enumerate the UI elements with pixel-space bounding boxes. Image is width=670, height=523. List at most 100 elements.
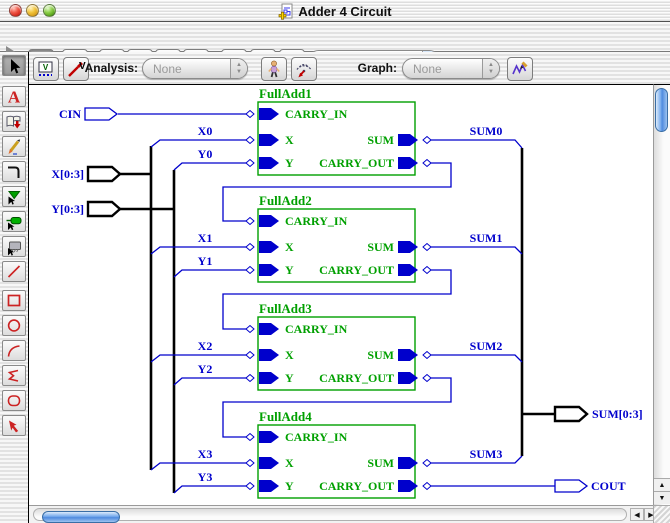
bottom-left-filler bbox=[0, 505, 29, 523]
svg-text:SUM: SUM bbox=[367, 456, 394, 470]
connector-cin[interactable]: CIN bbox=[59, 107, 117, 121]
title-bar[interactable]: Adder 4 Circuit bbox=[0, 0, 670, 22]
device-tool-button[interactable] bbox=[2, 236, 26, 257]
horizontal-scroll-thumb[interactable] bbox=[42, 511, 120, 523]
signal-draw-tool-button[interactable] bbox=[2, 136, 26, 157]
svg-text:X0: X0 bbox=[198, 124, 213, 138]
horizontal-scroll-track[interactable] bbox=[33, 508, 627, 521]
red-rectangle-icon bbox=[4, 291, 24, 310]
y-input-bus[interactable]: Y[0:3] bbox=[51, 170, 174, 493]
annotate-roundrect-tool-button[interactable] bbox=[2, 390, 26, 411]
main-toolbar: ↔ ↕ 4 Bit Adder 1 ▲ ▼ bbox=[0, 22, 670, 52]
scroll-left-button[interactable]: ◀ bbox=[630, 508, 644, 521]
schematic-canvas[interactable]: X[0:3] Y[0:3] SUM[0:3] bbox=[29, 84, 653, 505]
horizontal-scrollbar[interactable]: ◀ ▶ bbox=[29, 505, 670, 523]
red-roundrect-icon bbox=[4, 391, 24, 410]
red-arrow-icon bbox=[4, 416, 24, 435]
wire-y2 bbox=[174, 378, 246, 385]
signal-probe-tool-button[interactable] bbox=[2, 186, 26, 207]
scroll-down-button[interactable]: ▼ bbox=[654, 491, 670, 504]
analysis-label: Analysis: bbox=[83, 58, 138, 79]
pencil-icon bbox=[4, 137, 24, 156]
wire-x2 bbox=[151, 355, 246, 362]
x-input-bus[interactable]: X[0:3] bbox=[51, 146, 151, 470]
broadcast-waves-icon bbox=[294, 59, 314, 79]
svg-text:Y0: Y0 bbox=[198, 147, 213, 161]
window-resize-grip[interactable] bbox=[653, 505, 670, 523]
logic-display-icon: V bbox=[36, 59, 56, 79]
svg-text:X3: X3 bbox=[198, 447, 213, 461]
ic-chip-icon bbox=[4, 237, 24, 256]
up-arrow-glyph: ▲ bbox=[488, 62, 494, 68]
name-probe-tool-button[interactable] bbox=[2, 211, 26, 232]
text-tool-button[interactable]: A bbox=[2, 86, 26, 107]
pointer-tool-button[interactable] bbox=[2, 55, 26, 76]
analysis-popup[interactable]: None ▲ ▼ bbox=[142, 58, 248, 79]
popup-stepper: ▲ ▼ bbox=[482, 59, 499, 78]
svg-text:Y: Y bbox=[285, 371, 294, 385]
vertical-scroll-thumb[interactable] bbox=[655, 88, 668, 132]
svg-text:X: X bbox=[285, 240, 294, 254]
tool-palette: A bbox=[0, 52, 29, 523]
annotate-arrow-tool-button[interactable] bbox=[2, 415, 26, 436]
analysis-value: None bbox=[143, 62, 230, 76]
svg-text:Y2: Y2 bbox=[198, 362, 213, 376]
annotate-line-tool-button[interactable] bbox=[2, 261, 26, 282]
svg-text:CARRY_OUT: CARRY_OUT bbox=[319, 371, 394, 385]
wire-x3 bbox=[151, 463, 246, 470]
svg-text:X: X bbox=[285, 456, 294, 470]
device-fulladd3[interactable]: FullAdd3 CARRY_IN X Y SUM CARRY_OUT bbox=[258, 301, 418, 390]
wire-y0 bbox=[174, 163, 246, 170]
annotate-circle-tool-button[interactable] bbox=[2, 315, 26, 336]
svg-text:X: X bbox=[285, 133, 294, 147]
connector-cout[interactable]: COUT bbox=[555, 479, 626, 493]
svg-text:Y3: Y3 bbox=[198, 470, 213, 484]
device-fulladd1[interactable]: FullAdd1 CARRY_IN X Y SUM CARRY_OUT bbox=[258, 86, 418, 175]
svg-text:FullAdd3: FullAdd3 bbox=[259, 301, 312, 316]
annotate-rect-tool-button[interactable] bbox=[2, 290, 26, 311]
device-fulladd4[interactable]: FullAdd4 CARRY_IN X Y SUM CARRY_OUT bbox=[258, 409, 418, 498]
sum-output-bus[interactable]: SUM[0:3] bbox=[522, 148, 643, 456]
pointer-arrow-icon bbox=[4, 57, 24, 75]
svg-text:SUM: SUM bbox=[367, 348, 394, 362]
graph-popup[interactable]: None ▲ ▼ bbox=[402, 58, 500, 79]
graph-label: Graph: bbox=[350, 58, 397, 79]
waveform-editor-button[interactable] bbox=[507, 57, 533, 81]
single-step-button[interactable] bbox=[261, 57, 287, 81]
red-polygon-icon bbox=[4, 366, 24, 385]
graph-value: None bbox=[403, 62, 482, 76]
wire-y1 bbox=[174, 270, 246, 277]
parts-book-icon bbox=[4, 112, 24, 131]
red-line-icon bbox=[4, 262, 24, 281]
signal-injector-button[interactable] bbox=[291, 57, 317, 81]
schematic-svg[interactable]: X[0:3] Y[0:3] SUM[0:3] bbox=[29, 85, 653, 506]
svg-text:CARRY_IN: CARRY_IN bbox=[285, 107, 348, 121]
down-arrow-glyph: ▼ bbox=[488, 69, 494, 75]
device-fulladd2[interactable]: FullAdd2 CARRY_IN X Y SUM CARRY_OUT bbox=[258, 193, 418, 282]
down-arrow-glyph: ▼ bbox=[236, 69, 242, 75]
probe-display-button[interactable]: V bbox=[33, 57, 59, 81]
part-browser-tool-button[interactable] bbox=[2, 111, 26, 132]
svg-text:Y: Y bbox=[285, 156, 294, 170]
annotate-arc-tool-button[interactable] bbox=[2, 340, 26, 361]
svg-text:SUM2: SUM2 bbox=[470, 339, 503, 353]
wire-name-labels[interactable]: X0 Y0 X1 Y1 X2 Y2 X3 Y3 SUM0 SUM1 SUM2 S… bbox=[198, 124, 503, 484]
svg-text:SUM0: SUM0 bbox=[470, 124, 503, 138]
wire-carry2 bbox=[223, 270, 451, 329]
application-window: Adder 4 Circuit bbox=[0, 0, 670, 523]
svg-text:CARRY_OUT: CARRY_OUT bbox=[319, 263, 394, 277]
scroll-up-button[interactable]: ▲ bbox=[654, 478, 670, 491]
vertical-scrollbar[interactable]: ▲ ▼ bbox=[653, 84, 670, 505]
svg-text:CIN: CIN bbox=[59, 107, 81, 121]
svg-text:CARRY_OUT: CARRY_OUT bbox=[319, 479, 394, 493]
wire-corner-tool-button[interactable] bbox=[2, 161, 26, 182]
green-flag-probe-icon bbox=[4, 212, 24, 231]
popup-stepper: ▲ ▼ bbox=[230, 59, 247, 78]
wire-sum1 bbox=[431, 247, 522, 254]
window-title: Adder 4 Circuit bbox=[298, 4, 391, 19]
svg-text:A: A bbox=[8, 88, 21, 107]
svg-text:V: V bbox=[43, 63, 49, 72]
svg-text:CARRY_OUT: CARRY_OUT bbox=[319, 156, 394, 170]
wire-y3 bbox=[174, 486, 246, 493]
annotate-polygon-tool-button[interactable] bbox=[2, 365, 26, 386]
